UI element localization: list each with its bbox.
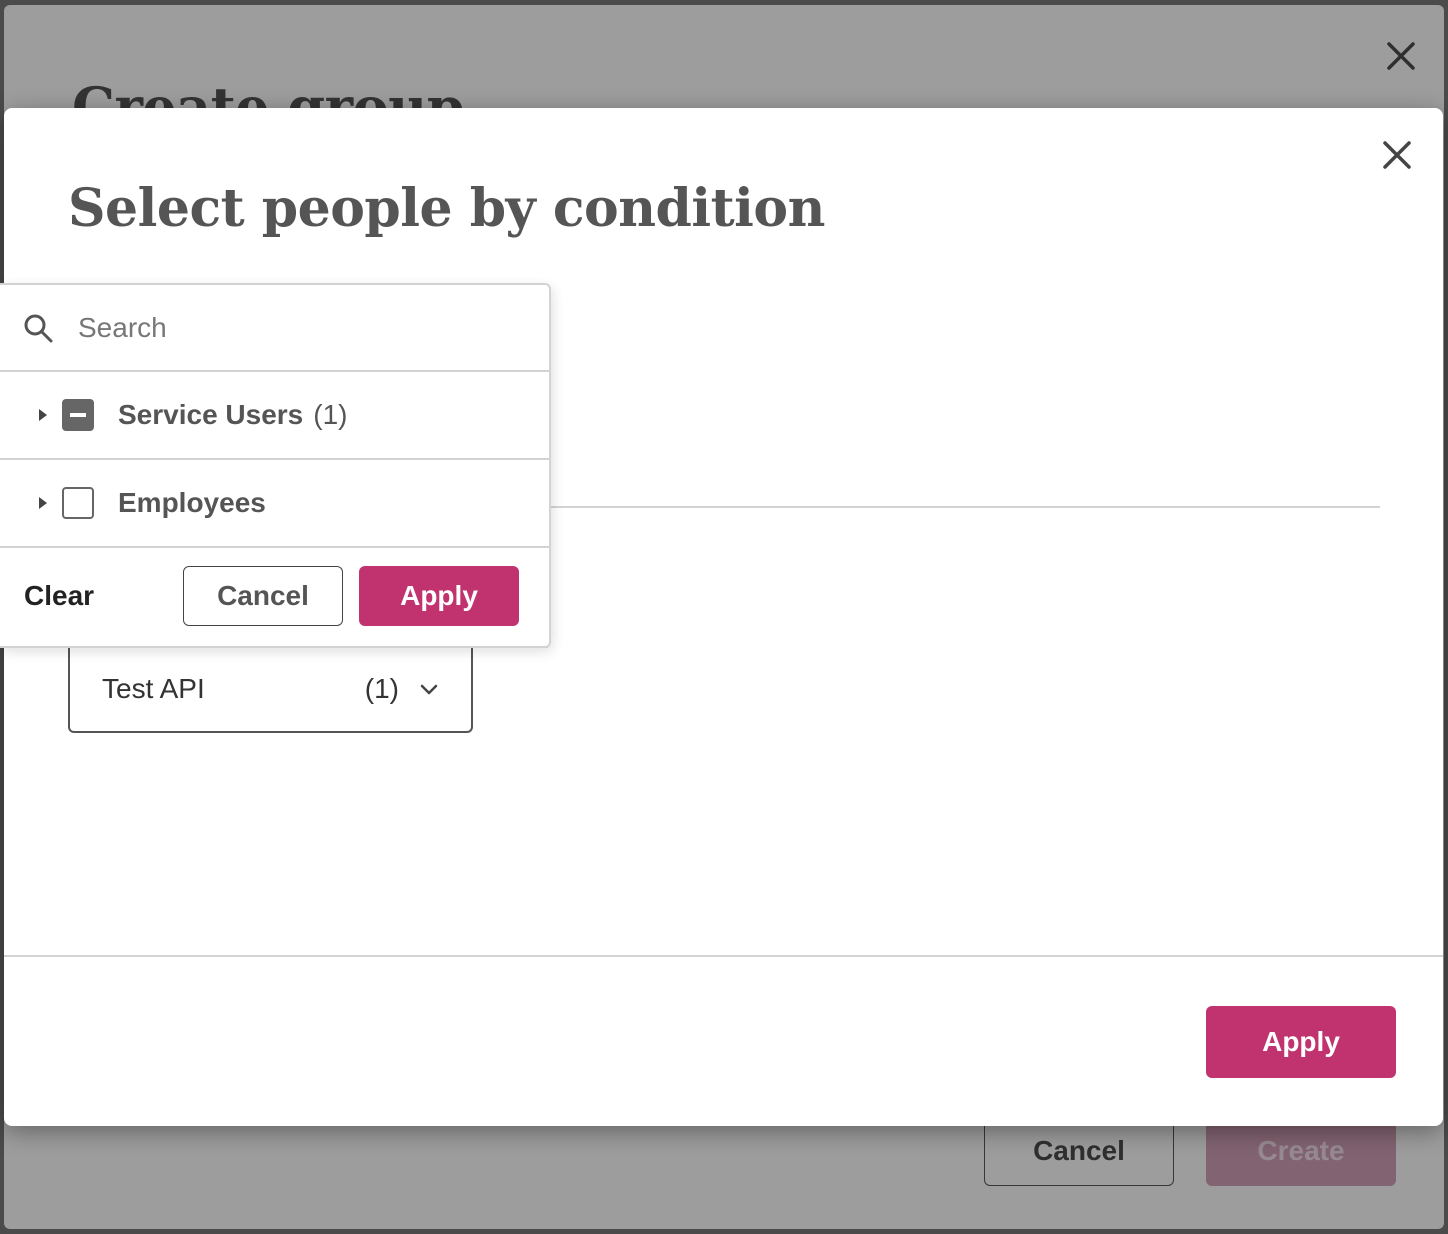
- group-filter-popover: Service Users (1) Employees Clear Cancel…: [0, 283, 551, 648]
- modal-title: Select people by condition: [68, 178, 825, 239]
- list-item-label: Service Users: [118, 399, 304, 430]
- search-input[interactable]: [78, 311, 478, 344]
- caret-right-icon[interactable]: [36, 406, 50, 424]
- footer-divider: [4, 955, 1443, 957]
- section-divider: [550, 506, 1380, 508]
- checkbox-indeterminate[interactable]: [62, 399, 94, 431]
- list-item-label: Employees: [118, 487, 266, 518]
- caret-right-icon[interactable]: [36, 494, 50, 512]
- condition-select-value: Test API: [102, 672, 205, 704]
- apply-button[interactable]: Apply: [1206, 1006, 1396, 1078]
- search-icon: [24, 314, 53, 342]
- condition-select[interactable]: Test API (1): [68, 646, 473, 733]
- checkbox-unchecked[interactable]: [62, 487, 94, 519]
- list-item-count: (1): [313, 399, 348, 430]
- close-icon[interactable]: [1378, 136, 1416, 174]
- cancel-button[interactable]: Cancel: [183, 566, 343, 626]
- search-row: [0, 285, 549, 372]
- clear-button[interactable]: Clear: [24, 580, 183, 612]
- popover-apply-button[interactable]: Apply: [359, 566, 519, 626]
- list-item-service-users[interactable]: Service Users (1): [0, 372, 549, 460]
- popover-footer: Clear Cancel Apply: [0, 548, 549, 644]
- list-item-employees[interactable]: Employees: [0, 460, 549, 548]
- chevron-down-icon: [420, 684, 438, 694]
- condition-select-count: (1): [364, 672, 399, 704]
